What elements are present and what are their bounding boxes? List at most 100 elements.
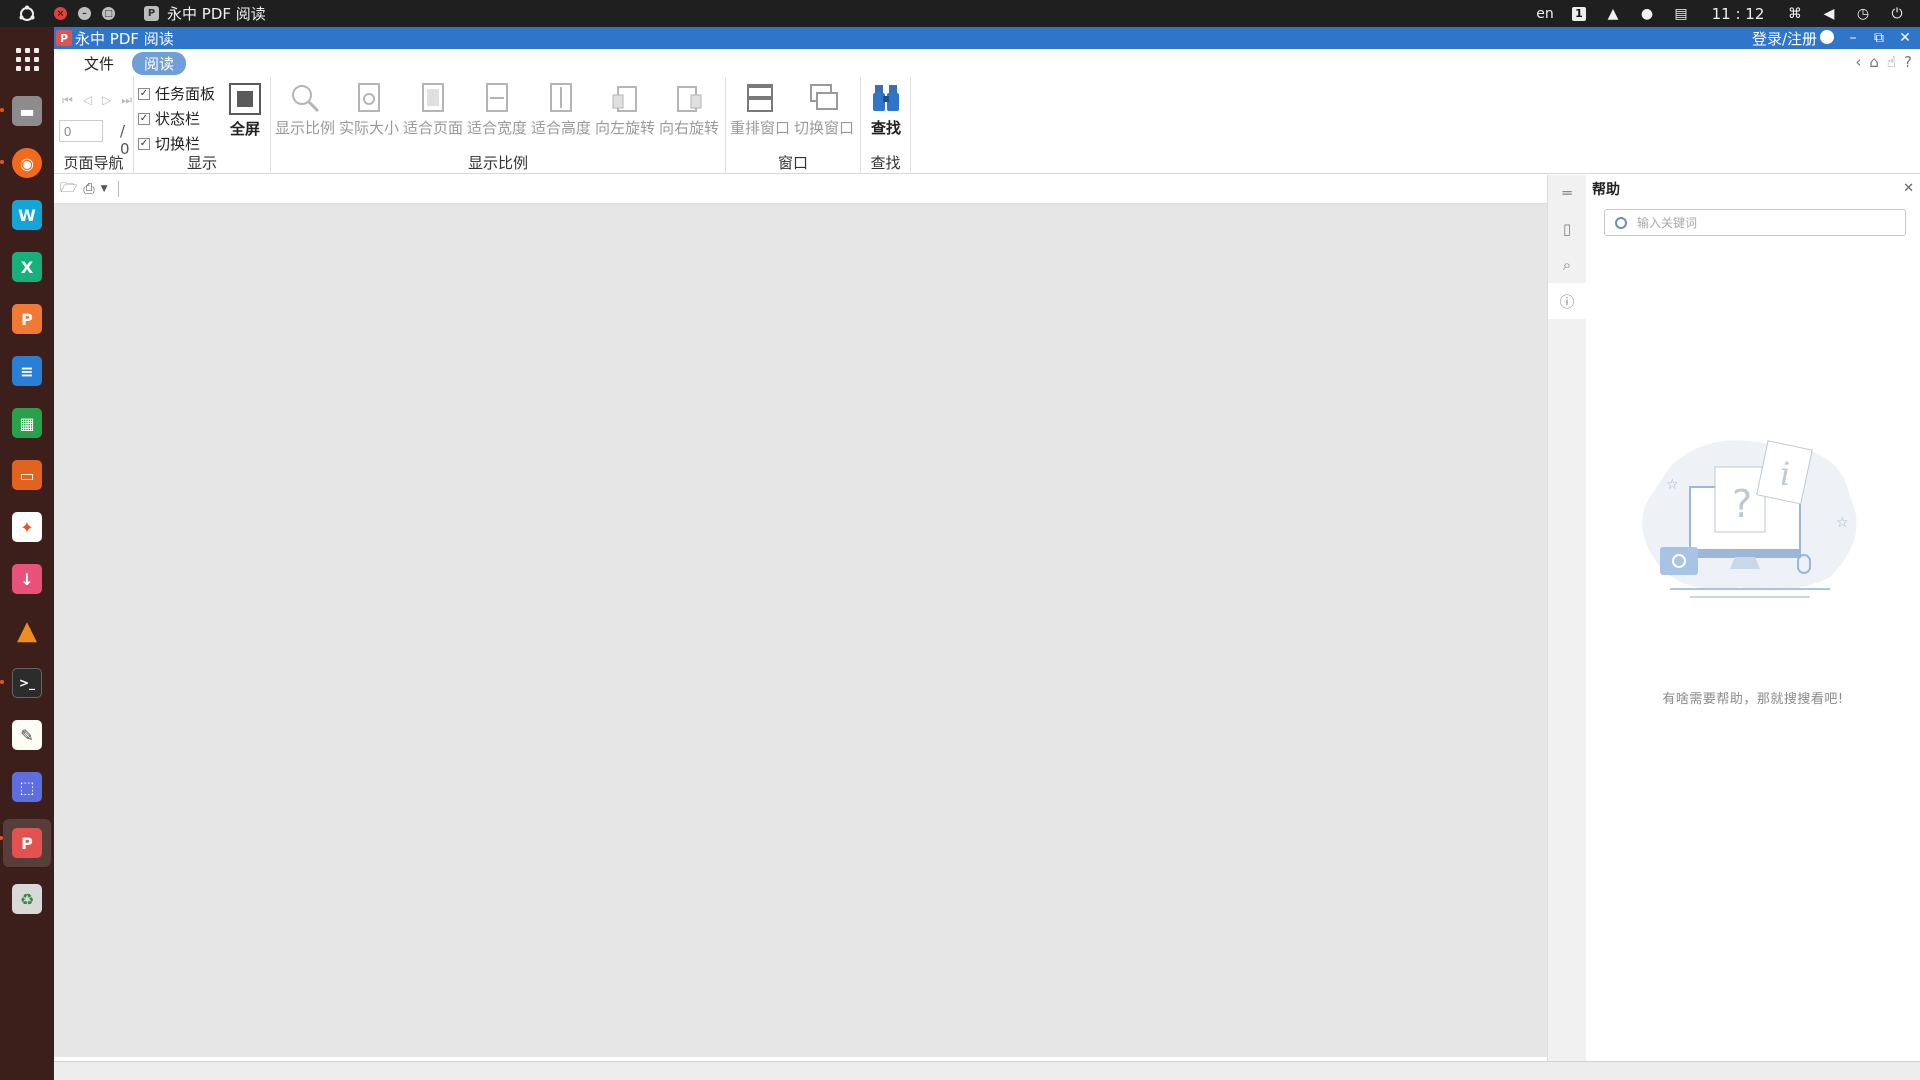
calc-icon[interactable]: ▦ (7, 403, 47, 443)
impress-icon[interactable]: ▭ (7, 455, 47, 495)
window-minimize-icon[interactable]: – (78, 7, 91, 20)
close-button[interactable]: ✕ (1898, 30, 1912, 46)
dropdown-arrow-icon[interactable]: ▼ (101, 184, 108, 194)
workspace-indicator[interactable]: 1 (1562, 0, 1596, 27)
page-number-input[interactable] (59, 120, 103, 142)
show-scale-button[interactable]: 显示比例 (273, 77, 337, 138)
status-bar-checkbox[interactable]: ✓ 状态栏 (138, 108, 200, 129)
document-area[interactable] (54, 204, 1547, 1057)
download-icon[interactable]: ↓ (7, 559, 47, 599)
fit-width-button[interactable]: 适合宽度 (465, 77, 529, 138)
help-empty-message: 有啥需要帮助，那就搜搜看吧! (1662, 692, 1844, 707)
group-window: 重排窗口 切换窗口 窗口 (726, 77, 861, 173)
clock[interactable]: 11 : 12 (1698, 0, 1778, 27)
help-panel: 帮助 ✕ 输入关键词 ? i ☆ ☆ 有啥需要帮助，那就搜搜看吧! (1586, 175, 1920, 1061)
arrange-windows-icon (747, 84, 773, 112)
actual-size-button[interactable]: 实际大小 (337, 77, 401, 138)
help-icon[interactable]: ⓘ (1548, 283, 1586, 319)
chat-icon[interactable]: ● (1630, 0, 1664, 27)
screenshot-icon[interactable]: ⬚ (7, 767, 47, 807)
status-bar (54, 1061, 1920, 1080)
bookmark-icon[interactable]: ▯ (1548, 211, 1586, 247)
prev-page-icon[interactable]: ◁ (83, 93, 92, 108)
check-icon: ✓ (138, 87, 150, 100)
restore-button[interactable]: ⧉ (1872, 30, 1886, 46)
minimize-button[interactable]: – (1846, 30, 1860, 46)
group-label-find: 查找 (870, 154, 901, 172)
fit-height-button[interactable]: 适合高度 (529, 77, 593, 138)
rotate-left-button[interactable]: 向左旋转 (593, 77, 657, 138)
search-icon[interactable]: ⌕ (1548, 247, 1586, 283)
menu-bar: 文件 阅读 ‹ ⌂ ☝ ? (54, 49, 1920, 77)
text-editor-icon[interactable]: ✎ (7, 715, 47, 755)
check-icon: ✓ (138, 137, 150, 150)
rotate-right-icon (677, 86, 702, 112)
group-zoom: 显示比例 实际大小 适合页面 适合宽度 适合高度 向左旋转 向右旋转 显示比例 (271, 77, 726, 173)
wps-writer-icon[interactable]: W (7, 195, 47, 235)
group-page-nav: ⏮ ◁ ▷ ⏭ / 0 页面导航 (54, 77, 134, 173)
fullscreen-button[interactable]: 全屏 (220, 77, 270, 139)
network-icon[interactable]: ⌘ (1778, 0, 1812, 27)
files-icon[interactable]: ▬ (0, 91, 47, 131)
firefox-icon[interactable]: ◉ (0, 143, 47, 183)
toolbar-separator (117, 181, 119, 197)
open-folder-icon[interactable]: 🗁 (60, 177, 77, 201)
notification-icon[interactable]: ▲ (1596, 0, 1630, 27)
close-icon[interactable]: ✕ (1903, 181, 1914, 196)
yozo-logo-icon: P (56, 30, 72, 46)
next-page-icon[interactable]: ▷ (102, 93, 111, 108)
fit-page-icon (422, 83, 444, 112)
magnifier-icon (292, 85, 320, 113)
apps-grid-icon[interactable] (7, 39, 47, 79)
hand-tool-icon[interactable]: ☝ (1887, 53, 1896, 71)
app-title: 永中 PDF 阅读 (75, 29, 174, 48)
group-label-display: 显示 (186, 154, 217, 172)
group-label-window: 窗口 (777, 154, 808, 172)
rotate-right-button[interactable]: 向右旋转 (657, 77, 721, 138)
help-empty-illustration: ? i ☆ ☆ (1642, 440, 1857, 598)
rotate-left-icon (612, 86, 637, 112)
svg-text:☆: ☆ (1836, 515, 1849, 531)
switch-windows-button[interactable]: 切换窗口 (792, 77, 856, 138)
group-label-page-nav: 页面导航 (63, 154, 124, 172)
software-center-icon[interactable]: ✦ (7, 507, 47, 547)
find-button[interactable]: 查找 (854, 77, 918, 138)
power-icon[interactable]: ⏻ (1880, 0, 1914, 27)
writer-icon[interactable]: ≡ (7, 351, 47, 391)
last-page-icon[interactable]: ⏭ (121, 93, 132, 108)
system-top-panel: × – □ P 永中 PDF 阅读 en 1 ▲ ● ▤ 11 : 12 ⌘ ◀… (0, 0, 1920, 27)
first-page-icon[interactable]: ⏮ (62, 93, 73, 108)
ubuntu-logo-icon[interactable] (0, 5, 54, 23)
task-panel-checkbox[interactable]: ✓ 任务面板 (138, 83, 215, 104)
fit-width-icon (486, 83, 508, 112)
wps-presentation-icon[interactable]: P (7, 299, 47, 339)
login-register-link[interactable]: 登录/注册 (1752, 28, 1834, 49)
svg-text:?: ? (1732, 482, 1752, 526)
window-close-icon[interactable]: × (54, 7, 67, 20)
side-tab-strip: ═ ▯ ⌕ ⓘ (1547, 175, 1586, 1061)
panel-handle-icon[interactable]: ═ (1548, 175, 1586, 211)
terminal-icon[interactable]: >_ (0, 663, 47, 703)
clock-icon[interactable]: ◷ (1846, 0, 1880, 27)
print-icon[interactable]: ⎙ (83, 181, 94, 197)
ribbon-toolbar: ⏮ ◁ ▷ ⏭ / 0 页面导航 ✓任务面板 ✓状态栏 ✓切换栏 全屏 显示 (54, 77, 1920, 174)
collapse-ribbon-icon[interactable]: ⌂ (1869, 53, 1879, 71)
vlc-icon[interactable]: ▲ (7, 611, 47, 651)
help-question-icon[interactable]: ? (1904, 53, 1912, 71)
arrange-windows-button[interactable]: 重排窗口 (728, 77, 792, 138)
menu-tab-read[interactable]: 阅读 (132, 51, 187, 75)
yozo-pdf-icon[interactable]: P (0, 819, 51, 867)
clipboard-icon[interactable]: ▤ (1664, 0, 1698, 27)
switch-bar-checkbox[interactable]: ✓ 切换栏 (138, 133, 200, 154)
help-search-input[interactable]: 输入关键词 (1604, 209, 1906, 236)
active-window-title: 永中 PDF 阅读 (167, 5, 266, 23)
svg-text:i: i (1780, 455, 1790, 493)
window-maximize-icon[interactable]: □ (102, 7, 115, 20)
chevron-left-icon[interactable]: ‹ (1855, 53, 1861, 71)
language-indicator[interactable]: en (1528, 0, 1562, 27)
menu-tab-file[interactable]: 文件 (72, 52, 126, 75)
volume-icon[interactable]: ◀ (1812, 0, 1846, 27)
xmind-icon[interactable]: X (7, 247, 47, 287)
fit-page-button[interactable]: 适合页面 (401, 77, 465, 138)
trash-icon[interactable]: ♻ (7, 879, 47, 919)
